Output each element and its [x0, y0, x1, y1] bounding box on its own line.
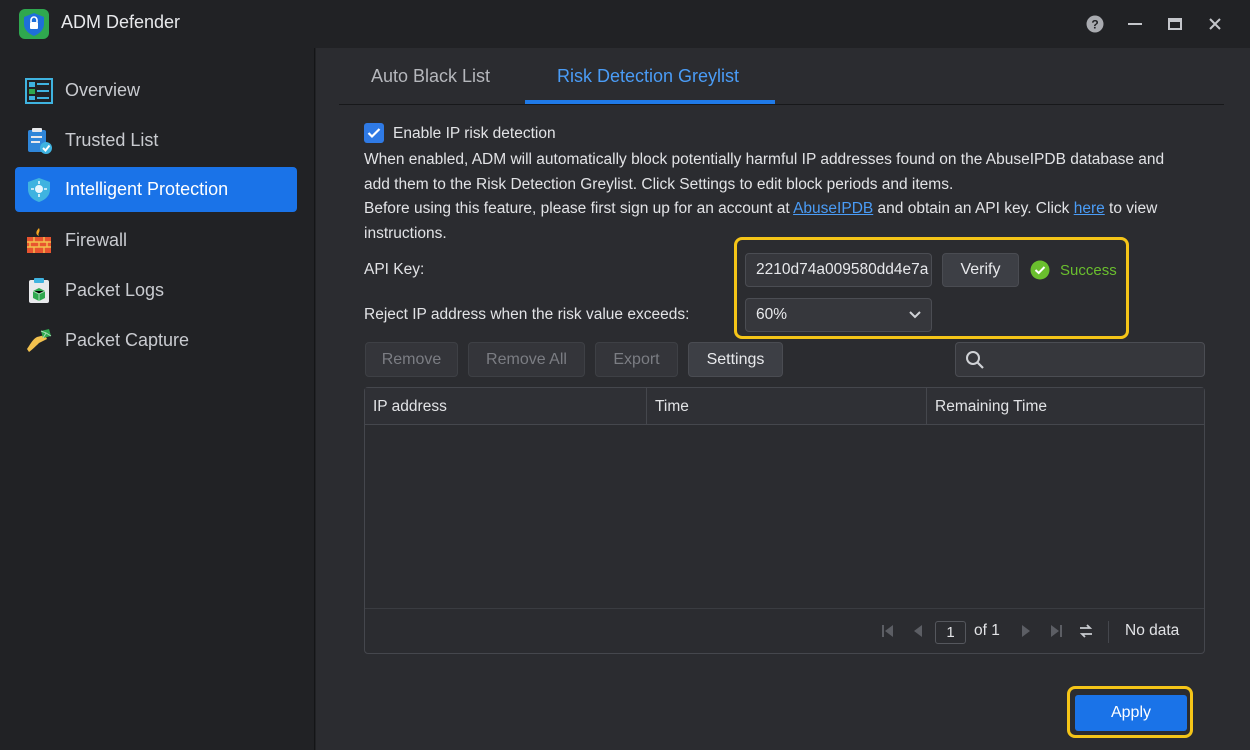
- risk-threshold-value: 60%: [756, 306, 788, 323]
- refresh-icon[interactable]: [1078, 623, 1094, 639]
- sidebar-item-label: Trusted List: [65, 130, 159, 150]
- description-fragment: to view: [1104, 200, 1158, 217]
- verify-status: Success: [1060, 262, 1117, 279]
- description-line: Before using this feature, please first …: [364, 197, 1214, 222]
- minimize-icon[interactable]: [1125, 14, 1145, 34]
- adm-defender-app-icon: [19, 9, 49, 39]
- greylist-table: IP address Time Remaining Time 1 of 1 No…: [364, 387, 1205, 654]
- sidebar-item-label: Packet Logs: [65, 280, 165, 300]
- description-fragment: and obtain an API key. Click: [873, 200, 1074, 217]
- sidebar-item-label: Firewall: [65, 230, 128, 250]
- remove-all-button[interactable]: Remove All: [468, 342, 585, 377]
- description-fragment: Before using this feature, please first …: [364, 200, 794, 217]
- sidebar-item-packet-logs[interactable]: Packet Logs: [15, 268, 297, 313]
- enable-risk-detection-checkbox[interactable]: [364, 123, 384, 143]
- api-key-label: API Key:: [364, 261, 425, 278]
- search-input[interactable]: [955, 342, 1205, 377]
- overview-icon: [24, 76, 54, 106]
- app-title: ADM Defender: [61, 12, 181, 32]
- sidebar-item-packet-capture[interactable]: Packet Capture: [15, 318, 297, 363]
- svg-text:?: ?: [1091, 18, 1098, 32]
- sidebar-item-label: Overview: [65, 80, 141, 100]
- description-text: When enabled, ADM will automatically blo…: [364, 148, 1214, 246]
- trusted-list-icon: [24, 126, 54, 156]
- reject-threshold-label: Reject IP address when the risk value ex…: [364, 306, 690, 323]
- success-check-icon: [1030, 260, 1050, 280]
- chevron-down-icon: [909, 311, 921, 319]
- description-line: add them to the Risk Detection Greylist.…: [364, 175, 954, 193]
- tab-risk-detection-greylist[interactable]: Risk Detection Greylist: [557, 66, 739, 87]
- title-bar: [0, 0, 1250, 48]
- close-icon[interactable]: [1205, 14, 1225, 34]
- page-number-input[interactable]: 1: [935, 621, 966, 644]
- search-icon: [966, 350, 984, 369]
- intelligent-protection-icon: [24, 175, 54, 205]
- settings-button[interactable]: Settings: [688, 342, 783, 377]
- maximize-icon[interactable]: [1165, 14, 1185, 34]
- help-icon[interactable]: ?: [1085, 14, 1105, 34]
- tab-auto-black-list[interactable]: Auto Black List: [371, 66, 490, 87]
- column-header-ip-address[interactable]: IP address: [365, 388, 647, 425]
- apply-button[interactable]: Apply: [1075, 695, 1187, 731]
- abuseipdb-link[interactable]: AbuseIPDB: [793, 200, 873, 217]
- remove-button[interactable]: Remove: [365, 342, 458, 377]
- column-header-time[interactable]: Time: [647, 388, 927, 425]
- risk-threshold-select[interactable]: 60%: [745, 298, 932, 332]
- tabs-divider: [339, 104, 1224, 105]
- sidebar-item-label: Intelligent Protection: [65, 179, 229, 199]
- checkmark-icon: [367, 128, 381, 139]
- pager-divider: [1108, 621, 1109, 643]
- firewall-icon: [24, 226, 54, 256]
- instructions-here-link[interactable]: here: [1074, 200, 1105, 217]
- column-header-remaining-time[interactable]: Remaining Time: [927, 388, 1204, 425]
- pagination-bar: 1 of 1 No data: [365, 608, 1204, 654]
- verify-button[interactable]: Verify: [942, 253, 1019, 287]
- packet-logs-icon: [24, 276, 54, 306]
- sidebar-item-label: Packet Capture: [65, 330, 190, 350]
- last-page-icon[interactable]: [1048, 623, 1064, 639]
- no-data-text: No data: [1125, 622, 1180, 639]
- first-page-icon[interactable]: [880, 623, 896, 639]
- sidebar-item-intelligent-protection[interactable]: Intelligent Protection: [15, 167, 297, 212]
- api-key-input[interactable]: 2210d74a009580dd4e7a: [745, 253, 932, 287]
- page-count: of 1: [974, 622, 1000, 639]
- enable-risk-detection-label[interactable]: Enable IP risk detection: [393, 122, 556, 147]
- export-button[interactable]: Export: [595, 342, 678, 377]
- active-tab-indicator: [525, 100, 775, 104]
- packet-capture-icon: [24, 326, 54, 356]
- previous-page-icon[interactable]: [910, 623, 926, 639]
- description-line: When enabled, ADM will automatically blo…: [364, 151, 1165, 168]
- table-header: IP address Time Remaining Time: [365, 388, 1204, 425]
- next-page-icon[interactable]: [1018, 623, 1034, 639]
- sidebar-item-firewall[interactable]: Firewall: [15, 218, 297, 263]
- sidebar-item-overview[interactable]: Overview: [15, 68, 297, 113]
- sidebar-item-trusted-list[interactable]: Trusted List: [15, 118, 297, 163]
